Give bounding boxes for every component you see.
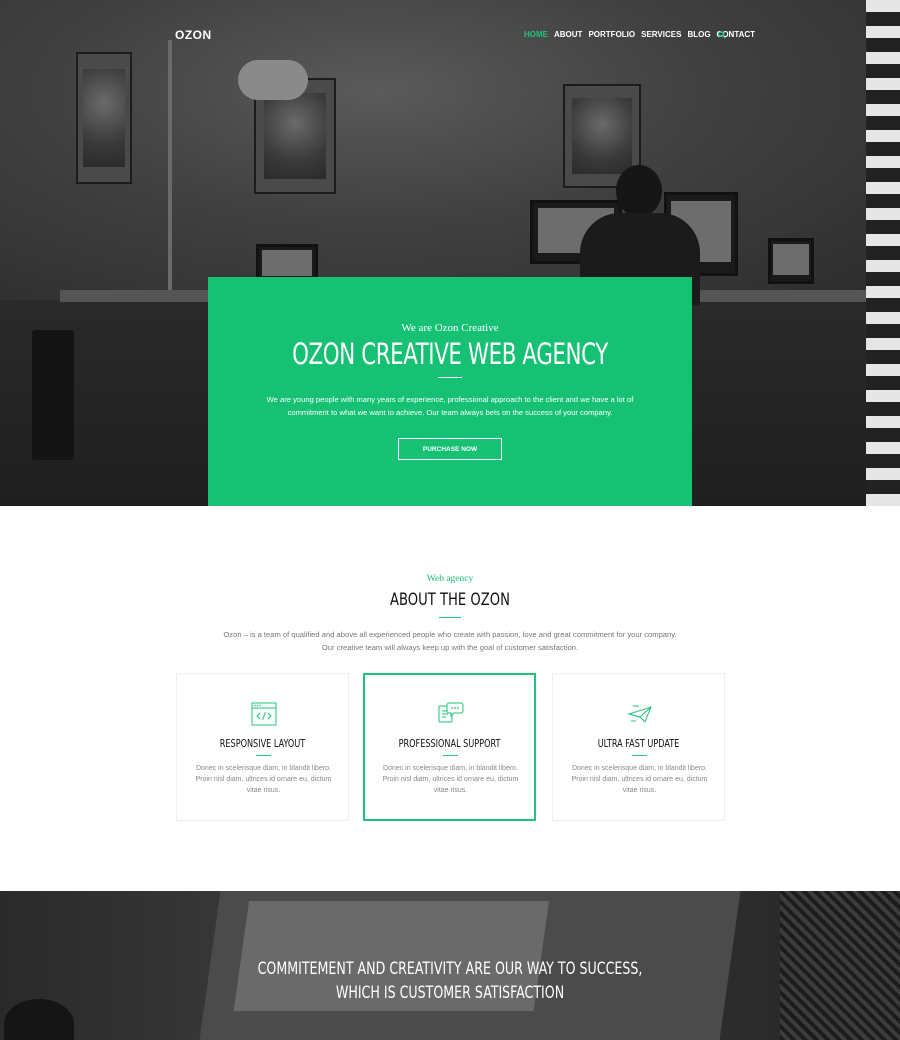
feature-card-responsive-layout[interactable]: RESPONSIVE LAYOUT Donec in scelerisque d… (176, 673, 349, 821)
hero-section: OZON HOME ABOUT PORTFOLIO SERVICES BLOG … (0, 0, 900, 506)
mission-statement: COMMITEMENT AND CREATIVITY ARE OUR WAY T… (68, 957, 833, 1005)
code-window-icon (251, 702, 277, 726)
nav-item-blog[interactable]: BLOG (687, 30, 710, 39)
paper-plane-icon (627, 705, 652, 723)
cup-image (4, 999, 74, 1040)
feature-card-title: RESPONSIVE LAYOUT (219, 738, 306, 750)
feature-card-text: Donec in scelerisque diam, in blandit li… (195, 765, 332, 794)
hero-description: We are young people with many years of e… (266, 395, 634, 417)
about-subtitle: Web agency (426, 574, 474, 584)
laptop-image (768, 238, 814, 284)
mission-banner: COMMITEMENT AND CREATIVITY ARE OUR WAY T… (0, 891, 900, 1040)
nav-item-services[interactable]: SERVICES (641, 30, 681, 39)
hero-divider (438, 377, 462, 378)
hero-subtitle: We are Ozon Creative (401, 322, 499, 334)
feature-card-professional-support[interactable]: PROFESSIONAL SUPPORT Donec in scelerisqu… (363, 673, 536, 821)
nav-item-home[interactable]: HOME (524, 30, 548, 39)
feature-card-text: Donec in scelerisque diam, in blandit li… (382, 765, 519, 794)
speaker-image (32, 330, 74, 460)
hero-title: OZON CREATIVE WEB AGENCY (292, 337, 608, 371)
mission-line-1: COMMITEMENT AND CREATIVITY ARE OUR WAY T… (257, 959, 643, 978)
site-logo[interactable]: OZON (175, 28, 212, 42)
feature-card-title: PROFESSIONAL SUPPORT (398, 738, 501, 750)
feature-card-divider (443, 755, 458, 756)
lamp-image (168, 40, 172, 300)
about-title: ABOUT THE OZON (390, 590, 510, 610)
feature-card-title: ULTRA FAST UPDATE (597, 738, 680, 750)
feature-card-ultra-fast-update[interactable]: ULTRA FAST UPDATE Donec in scelerisque d… (552, 673, 725, 821)
hero-banner: We are Ozon Creative OZON CREATIVE WEB A… (208, 277, 692, 506)
purchase-now-button[interactable]: PURCHASE NOW (398, 438, 502, 460)
window-blinds-image (866, 0, 900, 506)
feature-card-divider (256, 755, 271, 756)
about-description: Ozon – is a team of qualified and above … (223, 630, 677, 652)
feature-card-divider (632, 755, 647, 756)
about-divider (439, 617, 461, 618)
nav-item-about[interactable]: ABOUT (554, 30, 582, 39)
feature-card-text: Donec in scelerisque diam, in blandit li… (571, 765, 708, 794)
search-icon[interactable] (718, 31, 726, 39)
nav-item-portfolio[interactable]: PORTFOLIO (588, 30, 635, 39)
mission-line-2: WHICH IS CUSTOMER SATISFACTION (335, 983, 565, 1002)
chat-support-icon (438, 702, 464, 723)
top-navigation: OZON HOME ABOUT PORTFOLIO SERVICES BLOG … (0, 0, 900, 72)
